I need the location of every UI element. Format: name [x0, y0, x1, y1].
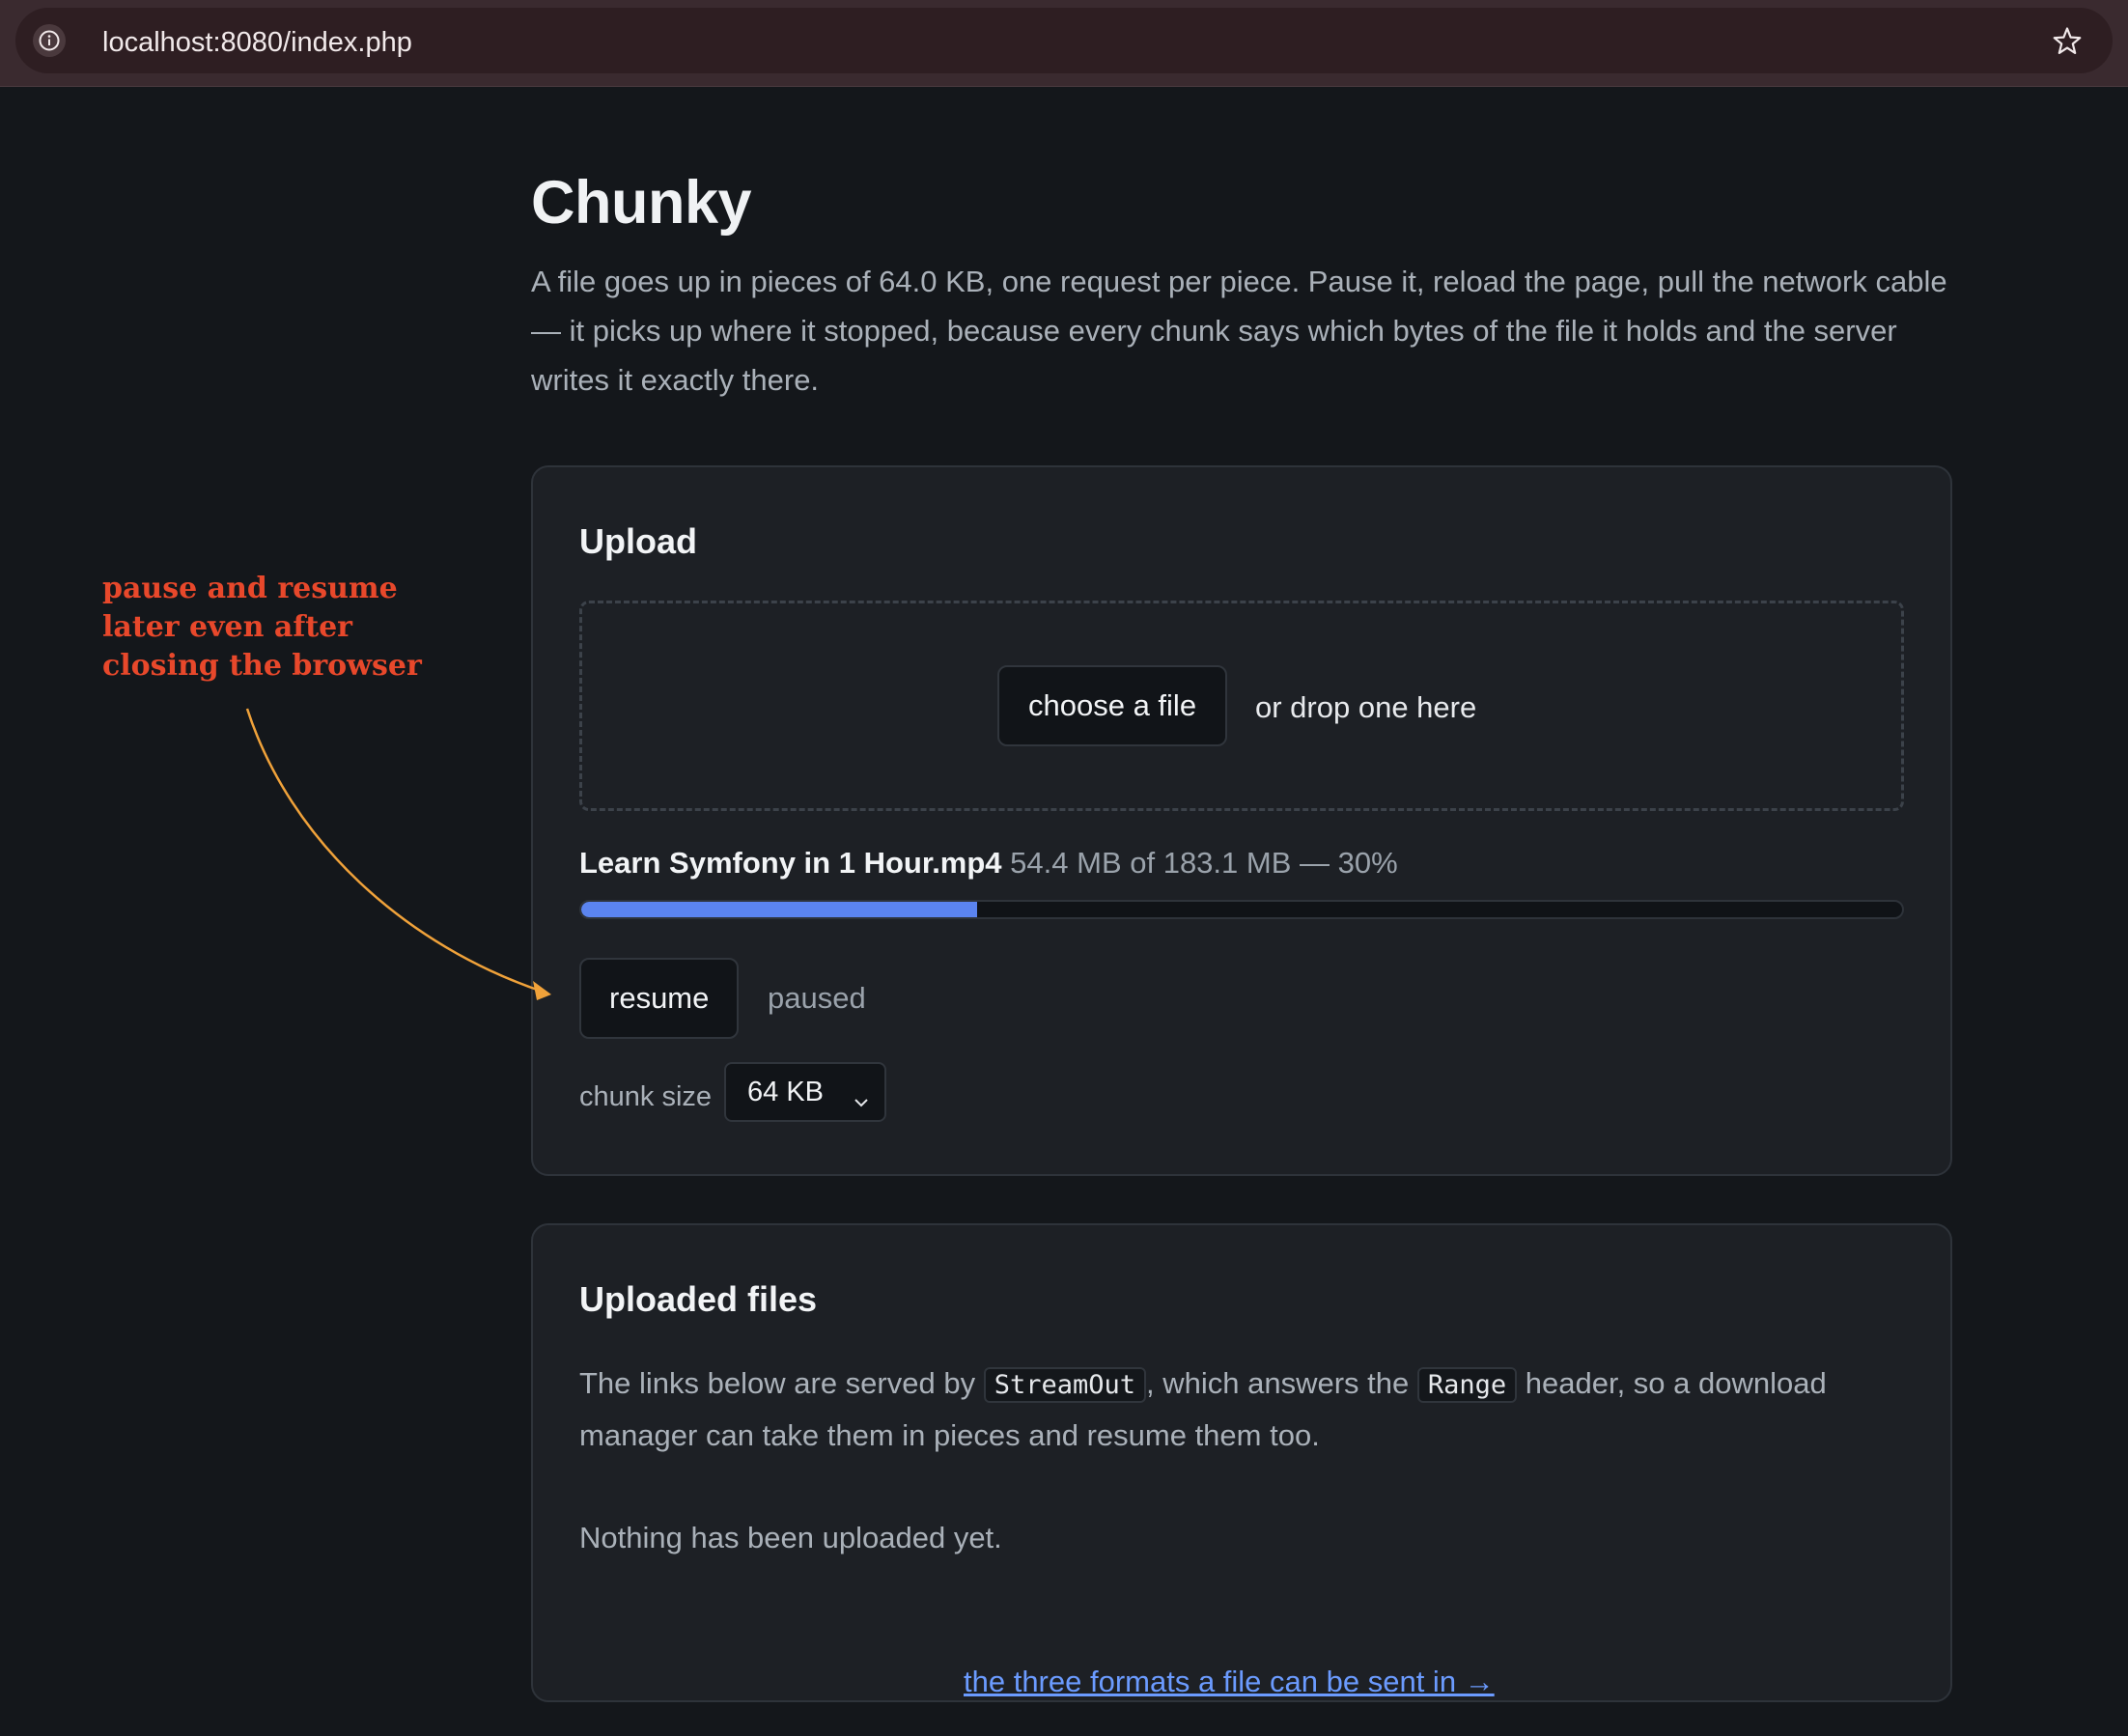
drop-hint: or drop one here	[1255, 690, 1477, 724]
upload-title: Upload	[579, 521, 697, 561]
progress-bar	[579, 900, 1904, 919]
file-info: Learn Symfony in 1 Hour.mp4 54.4 MB of 1…	[579, 846, 1398, 881]
chunk-size-label: chunk size	[579, 1081, 713, 1112]
uploaded-files-title: Uploaded files	[579, 1279, 818, 1319]
dropzone[interactable]: choose a file or drop one here	[579, 601, 1904, 811]
star-icon[interactable]	[2051, 25, 2084, 58]
formats-link[interactable]: the three formats a file can be sent in …	[964, 1665, 1495, 1699]
browser-toolbar: localhost:8080/index.php	[0, 0, 2128, 87]
chevron-down-icon	[852, 1085, 871, 1107]
empty-state: Nothing has been uploaded yet.	[579, 1521, 1002, 1554]
files-desc-text: The links below are served by	[579, 1366, 984, 1400]
uploaded-files-card: Uploaded files The links below are serve…	[531, 1223, 1952, 1702]
choose-file-button[interactable]: choose a file	[997, 665, 1228, 746]
address-bar[interactable]: localhost:8080/index.php	[15, 8, 2113, 73]
code-streamout: StreamOut	[983, 1367, 1147, 1403]
file-progress-text: 54.4 MB of 183.1 MB — 30%	[1010, 846, 1398, 880]
code-range: Range	[1416, 1367, 1518, 1403]
files-desc-text: , which answers the	[1146, 1366, 1417, 1400]
intro-text: A file goes up in pieces of 64.0 KB, one…	[531, 265, 1947, 397]
progress-fill	[581, 902, 978, 917]
chunk-size-value: 64 KB	[747, 1076, 824, 1107]
chunk-size-select[interactable]: 64 KB	[724, 1062, 886, 1122]
upload-status: paused	[768, 981, 866, 1015]
files-description: The links below are served by StreamOut,…	[579, 1358, 1912, 1461]
url-text[interactable]: localhost:8080/index.php	[102, 27, 412, 59]
info-icon[interactable]	[33, 24, 66, 57]
upload-card: Upload choose a file or drop one here Le…	[531, 465, 1952, 1176]
page-title: Chunky	[531, 169, 752, 237]
annotation-note: pause and resume later even after closin…	[102, 572, 422, 683]
file-name: Learn Symfony in 1 Hour.mp4	[579, 846, 1002, 880]
resume-button[interactable]: resume	[579, 958, 740, 1039]
